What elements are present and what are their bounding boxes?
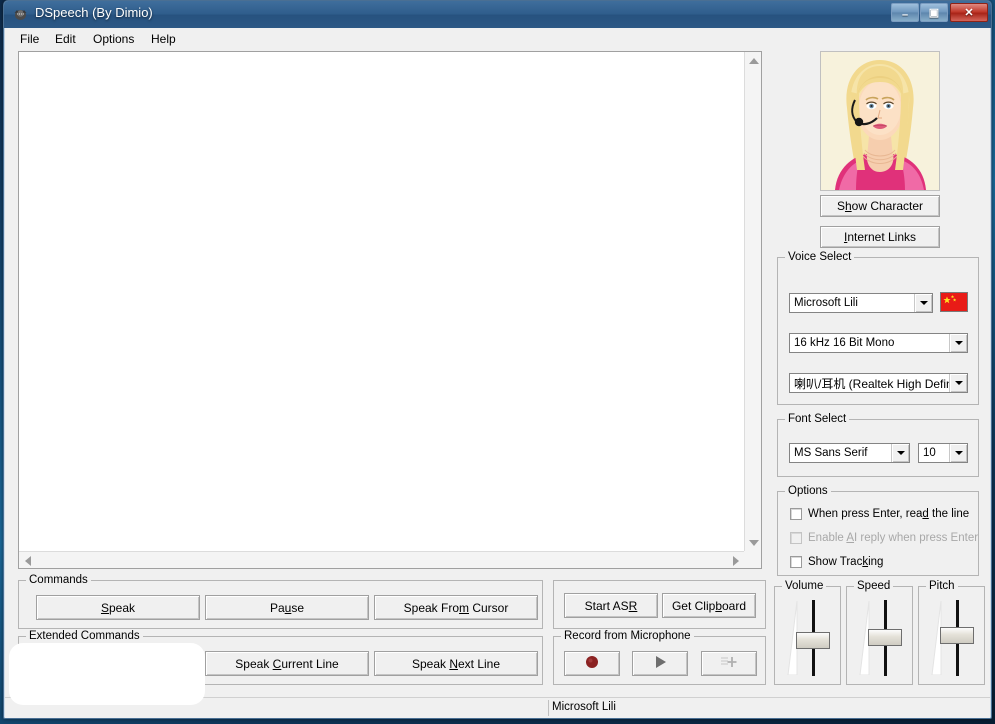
scroll-down-icon[interactable]	[749, 540, 759, 546]
speak-current-line-label: Speak Current Line	[235, 656, 339, 671]
chevron-down-icon[interactable]	[891, 444, 909, 462]
window-title: DSpeech (By Dimio)	[35, 5, 153, 20]
volume-slider-thumb[interactable]	[796, 632, 830, 649]
chevron-down-icon[interactable]	[949, 444, 967, 462]
option-label: Enable AI reply when press Enter	[808, 532, 979, 544]
status-voice-label: Microsoft Lili	[552, 701, 616, 713]
menu-edit[interactable]: Edit	[49, 31, 82, 47]
menu-options[interactable]: Options	[87, 31, 140, 47]
close-icon: ✕	[964, 7, 974, 19]
maximize-restore-button[interactable]: ▣	[920, 3, 948, 22]
checkbox-icon[interactable]	[790, 508, 802, 520]
pitch-caption: Pitch	[926, 580, 958, 592]
record-button[interactable]	[564, 651, 620, 676]
text-editor-panel	[18, 51, 762, 569]
font-select-caption: Font Select	[785, 413, 850, 425]
font-select-group: Font Select MS Sans Serif 10	[777, 413, 979, 477]
option-label: When press Enter, read the line	[808, 508, 970, 520]
speed-group: Speed	[846, 580, 913, 685]
options-group: Options When press Enter, read the line …	[777, 485, 979, 576]
option-show-tracking[interactable]: Show Tracking	[790, 556, 883, 568]
pitch-group: Pitch	[918, 580, 985, 685]
scroll-up-icon[interactable]	[749, 58, 759, 64]
get-clipboard-label: Get Clipboard	[671, 598, 747, 613]
pause-label: Pause	[269, 600, 305, 615]
get-clipboard-button[interactable]: Get Clipboard	[662, 593, 756, 618]
play-triangle-icon	[652, 654, 668, 673]
checkbox-icon	[790, 532, 802, 544]
record-circle-icon	[584, 654, 600, 673]
client-area: Show Character Internet Links Voice Sele…	[5, 49, 990, 718]
volume-caption: Volume	[782, 580, 827, 592]
speak-from-cursor-label: Speak From Cursor	[403, 600, 509, 615]
font-size-combobox[interactable]: 10	[918, 443, 968, 463]
restore-icon: ▣	[928, 7, 940, 19]
commands-caption: Commands	[26, 574, 91, 586]
speak-current-line-button[interactable]: Speak Current Line	[205, 651, 369, 676]
pause-button[interactable]: Pause	[205, 595, 369, 620]
china-flag-icon	[940, 292, 968, 312]
output-device-combobox[interactable]: 喇叭/耳机 (Realtek High Definit	[789, 373, 968, 393]
speak-from-cursor-button[interactable]: Speak From Cursor	[374, 595, 538, 620]
status-separator	[548, 700, 549, 716]
show-character-label: Show Character	[836, 199, 924, 213]
voice-combobox[interactable]: Microsoft Lili	[789, 293, 933, 313]
commands-group: Commands Speak Pause Speak From Cursor	[18, 574, 543, 629]
record-group: Record from Microphone	[553, 630, 766, 685]
speak-next-line-label: Speak Next Line	[411, 656, 501, 671]
voice-select-group: Voice Select Microsoft Lili 16 kHz 16 Bi…	[777, 251, 979, 405]
pitch-slider-thumb[interactable]	[940, 627, 974, 644]
checkbox-icon[interactable]	[790, 556, 802, 568]
font-family-value: MS Sans Serif	[794, 447, 868, 459]
speed-slider-thumb[interactable]	[868, 629, 902, 646]
menu-help[interactable]: Help	[145, 31, 182, 47]
output-device-value: 喇叭/耳机 (Realtek High Definit	[794, 376, 949, 391]
scroll-right-icon[interactable]	[733, 556, 739, 566]
add-button	[701, 651, 757, 676]
audio-format-combobox[interactable]: 16 kHz 16 Bit Mono	[789, 333, 968, 353]
editor-horizontal-scrollbar[interactable]	[19, 551, 745, 568]
internet-links-button[interactable]: Internet Links	[820, 226, 940, 248]
character-image	[820, 51, 940, 191]
app-icon	[12, 6, 29, 23]
option-read-line-on-enter[interactable]: When press Enter, read the line	[790, 508, 969, 520]
extended-commands-caption: Extended Commands	[26, 630, 143, 642]
minimize-button[interactable]: –	[891, 3, 919, 22]
voice-select-caption: Voice Select	[785, 251, 855, 263]
internet-links-label: Internet Links	[843, 230, 917, 244]
title-bar[interactable]: DSpeech (By Dimio) – ▣ ✕	[4, 1, 991, 28]
menu-bar: File Edit Options Help	[5, 28, 990, 50]
chevron-down-icon[interactable]	[949, 334, 967, 352]
plus-icon	[720, 654, 738, 673]
minimize-icon: –	[901, 9, 909, 21]
start-asr-label: Start ASR	[584, 598, 638, 613]
volume-group: Volume	[774, 580, 841, 685]
menu-file[interactable]: File	[14, 31, 45, 47]
play-button[interactable]	[632, 651, 688, 676]
popup-overlay	[9, 643, 205, 705]
voice-combobox-value: Microsoft Lili	[794, 297, 858, 309]
options-caption: Options	[785, 485, 831, 497]
show-character-button[interactable]: Show Character	[820, 195, 940, 217]
start-asr-button[interactable]: Start ASR	[564, 593, 658, 618]
scrollbar-corner	[744, 551, 761, 568]
option-label: Show Tracking	[808, 556, 884, 568]
editor-vertical-scrollbar[interactable]	[744, 52, 761, 552]
speed-caption: Speed	[854, 580, 894, 592]
close-button[interactable]: ✕	[950, 3, 988, 22]
font-size-value: 10	[923, 447, 936, 459]
speak-button[interactable]: Speak	[36, 595, 200, 620]
option-enable-ai-reply: Enable AI reply when press Enter	[790, 532, 978, 544]
application-window: DSpeech (By Dimio) – ▣ ✕ File Edit Optio…	[3, 0, 992, 719]
speak-label: Speak	[100, 600, 136, 615]
text-editor[interactable]	[19, 52, 745, 552]
speak-next-line-button[interactable]: Speak Next Line	[374, 651, 538, 676]
chevron-down-icon[interactable]	[914, 294, 932, 312]
chevron-down-icon[interactable]	[949, 374, 967, 392]
asr-group: Start ASR Get Clipboard	[553, 580, 766, 629]
scroll-left-icon[interactable]	[25, 556, 31, 566]
record-caption: Record from Microphone	[561, 630, 694, 642]
audio-format-value: 16 kHz 16 Bit Mono	[794, 337, 895, 349]
font-family-combobox[interactable]: MS Sans Serif	[789, 443, 910, 463]
